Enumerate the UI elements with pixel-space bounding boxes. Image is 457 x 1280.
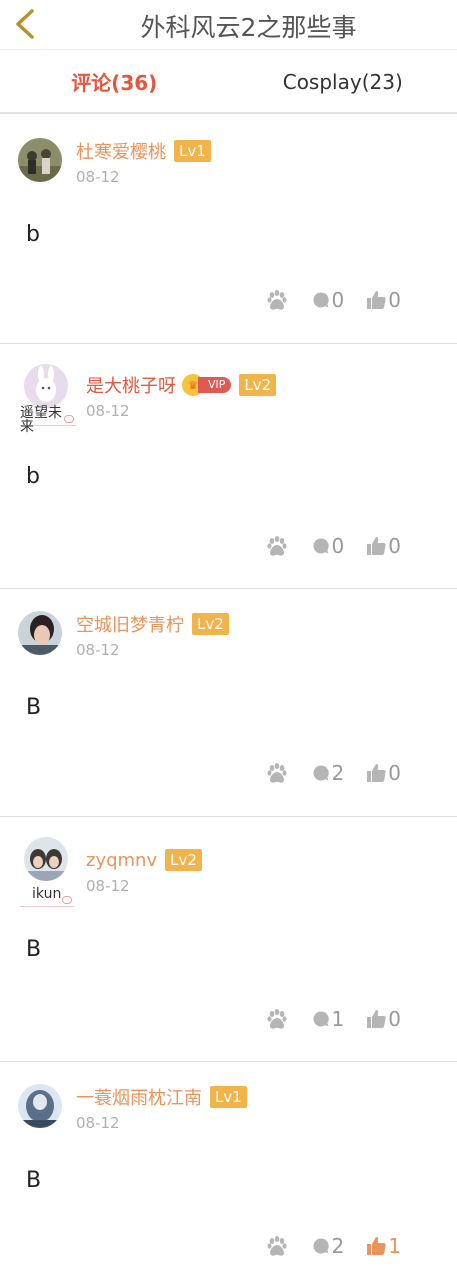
thumbs-up-icon bbox=[367, 764, 386, 782]
comment-text: B bbox=[26, 937, 42, 962]
comment-actions: 0 0 bbox=[244, 288, 401, 312]
paw-icon bbox=[267, 1236, 287, 1256]
level-badge: Lv1 bbox=[210, 1086, 247, 1108]
comment-date: 08-12 bbox=[86, 877, 130, 895]
vip-label: VIP bbox=[198, 377, 232, 393]
paw-button[interactable] bbox=[266, 289, 290, 311]
comment-text: b bbox=[26, 464, 40, 489]
comment-actions: 0 0 bbox=[244, 534, 401, 558]
comment-date: 08-12 bbox=[76, 641, 120, 659]
avatar[interactable] bbox=[24, 837, 72, 885]
user-info: 空城旧梦青柠 Lv2 bbox=[76, 611, 229, 637]
reply-count: 0 bbox=[331, 288, 345, 312]
avatar[interactable] bbox=[18, 138, 66, 186]
thumbs-up-icon bbox=[367, 537, 386, 555]
reply-count: 2 bbox=[331, 761, 345, 785]
comment-actions: 1 0 bbox=[244, 1007, 401, 1031]
comment-item: 杜寒爱樱桃 Lv1 08-12 b 0 0 bbox=[0, 116, 457, 344]
vip-badge: ♛ VIP bbox=[182, 374, 232, 396]
reply-button[interactable]: 2 bbox=[312, 1234, 345, 1258]
like-button[interactable]: 0 bbox=[366, 288, 401, 312]
level-badge: Lv2 bbox=[192, 613, 229, 635]
paw-button[interactable] bbox=[266, 535, 290, 557]
comment-item: 空城旧梦青柠 Lv2 08-12 B 2 0 bbox=[0, 589, 457, 817]
level-badge: Lv2 bbox=[165, 849, 202, 871]
comment-date: 08-12 bbox=[76, 168, 120, 186]
comment-date: 08-12 bbox=[76, 1114, 120, 1132]
comment-actions: 2 0 bbox=[244, 761, 401, 785]
comment-item: 遥望未来 是大桃子呀 ♛ VIP Lv2 08-12 b 0 0 bbox=[0, 344, 457, 589]
comment-text: b bbox=[26, 222, 40, 247]
like-count: 0 bbox=[388, 1007, 401, 1031]
user-info: 一蓑烟雨枕江南 Lv1 bbox=[76, 1084, 247, 1110]
paw-button[interactable] bbox=[266, 762, 290, 784]
username[interactable]: zyqmnv bbox=[86, 850, 157, 871]
tab-comments[interactable]: 评论(36) bbox=[0, 51, 229, 112]
level-badge: Lv2 bbox=[239, 374, 277, 396]
comment-bubble-icon bbox=[313, 538, 329, 554]
page-title: 外科风云2之那些事 bbox=[140, 13, 357, 42]
thumbs-up-icon bbox=[367, 1010, 386, 1028]
user-info: 是大桃子呀 ♛ VIP Lv2 bbox=[86, 372, 277, 398]
reply-count: 2 bbox=[331, 1234, 345, 1258]
like-count: 0 bbox=[388, 761, 401, 785]
paw-icon bbox=[267, 763, 287, 783]
top-bar: 外科风云2之那些事 bbox=[0, 0, 457, 50]
comment-list: 杜寒爱樱桃 Lv1 08-12 b 0 0 遥望未来 是大桃子呀 ♛ VIP L… bbox=[0, 116, 457, 1280]
comment-item: 一蓑烟雨枕江南 Lv1 08-12 B 2 1 bbox=[0, 1062, 457, 1280]
paw-button[interactable] bbox=[266, 1008, 290, 1030]
tab-bar: 评论(36) Cosplay(23) bbox=[0, 51, 457, 114]
comment-bubble-icon bbox=[313, 292, 329, 308]
reply-count: 0 bbox=[331, 534, 345, 558]
avatar-frame-badge: ikun bbox=[20, 887, 74, 907]
reply-button[interactable]: 0 bbox=[312, 288, 345, 312]
paw-button[interactable] bbox=[266, 1235, 290, 1257]
comment-item: ikun zyqmnv Lv2 08-12 B 1 0 bbox=[0, 817, 457, 1062]
username[interactable]: 杜寒爱樱桃 bbox=[76, 138, 166, 164]
thumbs-up-icon bbox=[367, 291, 386, 309]
reply-button[interactable]: 2 bbox=[312, 761, 345, 785]
level-badge: Lv1 bbox=[174, 140, 211, 162]
comment-date: 08-12 bbox=[86, 402, 130, 420]
avatar[interactable] bbox=[18, 1084, 66, 1132]
tab-cosplay[interactable]: Cosplay(23) bbox=[229, 51, 457, 112]
like-button[interactable]: 1 bbox=[366, 1234, 401, 1258]
username[interactable]: 空城旧梦青柠 bbox=[76, 611, 184, 637]
like-button[interactable]: 0 bbox=[366, 1007, 401, 1031]
reply-button[interactable]: 1 bbox=[312, 1007, 345, 1031]
avatar-frame-badge: 遥望未来 bbox=[20, 406, 76, 434]
like-count: 1 bbox=[388, 1234, 401, 1258]
user-info: zyqmnv Lv2 bbox=[86, 847, 202, 873]
reply-button[interactable]: 0 bbox=[312, 534, 345, 558]
comment-bubble-icon bbox=[313, 765, 329, 781]
reply-count: 1 bbox=[331, 1007, 345, 1031]
like-count: 0 bbox=[388, 288, 401, 312]
comment-text: B bbox=[26, 695, 42, 720]
user-info: 杜寒爱樱桃 Lv1 bbox=[76, 138, 211, 164]
paw-icon bbox=[267, 290, 287, 310]
comment-text: B bbox=[26, 1168, 42, 1193]
comment-bubble-icon bbox=[313, 1238, 329, 1254]
avatar[interactable] bbox=[18, 611, 66, 659]
like-button[interactable]: 0 bbox=[366, 761, 401, 785]
thumbs-up-icon bbox=[367, 1237, 386, 1255]
username[interactable]: 一蓑烟雨枕江南 bbox=[76, 1084, 202, 1110]
comment-actions: 2 1 bbox=[244, 1234, 401, 1258]
like-button[interactable]: 0 bbox=[366, 534, 401, 558]
like-count: 0 bbox=[388, 534, 401, 558]
paw-icon bbox=[267, 1009, 287, 1029]
paw-icon bbox=[267, 536, 287, 556]
comment-bubble-icon bbox=[313, 1011, 329, 1027]
username[interactable]: 是大桃子呀 bbox=[86, 372, 176, 398]
